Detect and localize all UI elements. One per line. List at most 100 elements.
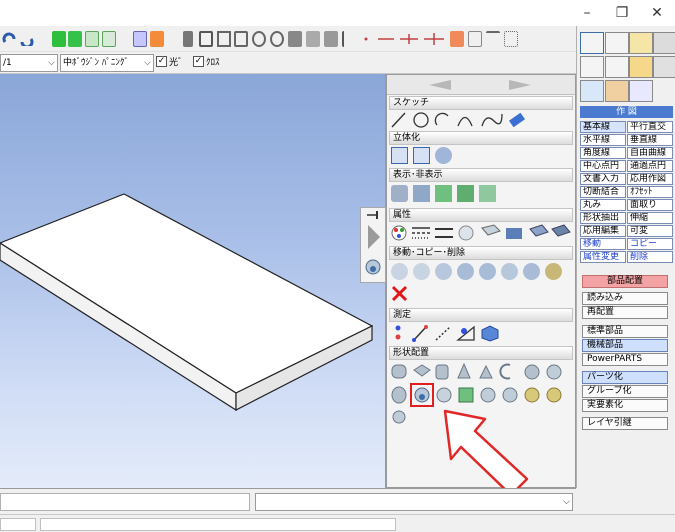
layer-inherit-button[interactable]: レイヤ引継: [582, 417, 668, 430]
layer-outline-icon[interactable]: [85, 31, 99, 47]
snap-line-icons[interactable]: [362, 32, 452, 46]
show-icon[interactable]: [391, 185, 408, 202]
command-button[interactable]: コピー: [627, 238, 673, 250]
copy-multi-icon[interactable]: [479, 263, 496, 280]
frame-icon[interactable]: [199, 31, 213, 47]
layout-mode-icon[interactable]: [605, 56, 629, 78]
extrude-icon[interactable]: [391, 147, 408, 164]
edit-mode-icon[interactable]: [629, 80, 653, 102]
light-checkbox[interactable]: ✓: [156, 56, 167, 67]
command-button[interactable]: 形状抽出: [580, 212, 626, 224]
explode-button[interactable]: 実要素化: [582, 399, 668, 412]
section-move-copy-delete: 移動･コピー･削除: [389, 246, 573, 260]
command-button[interactable]: ｵﾌｾｯﾄ: [627, 186, 673, 198]
command-button[interactable]: 面取り: [627, 199, 673, 211]
symbol-mode-icon[interactable]: [653, 32, 675, 54]
circle-tool-icon[interactable]: [270, 31, 284, 47]
tool-mode-icon[interactable]: [580, 56, 604, 78]
command-button[interactable]: 文書入力: [580, 173, 626, 185]
command-button[interactable]: 中心点円: [580, 160, 626, 172]
mirror-icon[interactable]: [435, 263, 452, 280]
view-mode-icon[interactable]: [580, 80, 604, 102]
delete-icon[interactable]: [391, 285, 408, 302]
command-button[interactable]: 応用作図: [627, 173, 673, 185]
command-input[interactable]: [0, 493, 250, 511]
hide-icon[interactable]: [435, 185, 452, 202]
toggle-visibility-icon[interactable]: [479, 185, 496, 202]
dimension-mode-icon[interactable]: [605, 32, 629, 54]
3d-viewport[interactable]: [0, 74, 386, 488]
rotate-copy-icon[interactable]: [501, 263, 518, 280]
array-icon[interactable]: [523, 263, 540, 280]
render-mode-icon[interactable]: [605, 80, 629, 102]
pentagon-icon[interactable]: [252, 31, 266, 47]
grid-icon[interactable]: [234, 31, 248, 47]
command-button[interactable]: 属性変更: [580, 251, 626, 263]
minimize-button[interactable]: –: [570, 0, 604, 26]
command-button[interactable]: 垂直線: [627, 134, 673, 146]
command-button[interactable]: 可変: [627, 225, 673, 237]
print-icon[interactable]: [133, 31, 147, 47]
attribute-tools[interactable]: [390, 224, 574, 242]
layer-outline-icon[interactable]: [102, 31, 116, 47]
layer-green-icon[interactable]: [68, 31, 82, 47]
cylinder-icon[interactable]: [150, 31, 164, 47]
command-bar: ⌵: [0, 488, 576, 514]
revolve-icon[interactable]: [413, 147, 430, 164]
machine-parts-button[interactable]: 機械部品: [582, 339, 668, 352]
parts-mode-icon[interactable]: [653, 56, 675, 78]
command-button[interactable]: 自由曲線: [627, 147, 673, 159]
command-button[interactable]: 移動: [580, 238, 626, 250]
hide-all-icon[interactable]: [457, 185, 474, 202]
draw-mode-icon[interactable]: [580, 32, 604, 54]
arrow-left-icon[interactable]: [427, 79, 453, 91]
close-button[interactable]: ✕: [640, 0, 674, 26]
undo-redo-icon[interactable]: [2, 32, 36, 46]
grid-dots-icon[interactable]: [504, 31, 518, 47]
pin-icon[interactable]: [183, 31, 193, 47]
ap-icon[interactable]: [450, 31, 464, 47]
sketch-tools[interactable]: [390, 111, 530, 129]
window-icon[interactable]: [288, 31, 302, 47]
command-button[interactable]: 通過点円: [627, 160, 673, 172]
rotate-icon[interactable]: [413, 263, 430, 280]
layer-select[interactable]: /1 ⌵: [0, 54, 58, 72]
command-button[interactable]: 角度線: [580, 147, 626, 159]
linetype-select[interactable]: 中ﾎﾞｳｼﾞﾝ ﾊﾟﾆﾝｸﾞ ⌵: [60, 54, 154, 72]
bracket-icon[interactable]: [342, 31, 356, 47]
command-button[interactable]: 平行直交: [627, 121, 673, 133]
move-icon[interactable]: [391, 263, 408, 280]
command-button[interactable]: 基本線: [580, 121, 626, 133]
command-button[interactable]: 削除: [627, 251, 673, 263]
cross-checkbox[interactable]: ✓: [193, 56, 204, 67]
copy-icon[interactable]: [457, 263, 474, 280]
command-button[interactable]: 伸縮: [627, 212, 673, 224]
powerparts-button[interactable]: PowerPARTS: [582, 353, 668, 366]
relocate-button[interactable]: 再配置: [582, 306, 668, 319]
command-button[interactable]: 水平線: [580, 134, 626, 146]
restore-button[interactable]: ❐: [605, 0, 639, 26]
history-select[interactable]: ⌵: [255, 493, 573, 511]
loft-icon[interactable]: [435, 147, 452, 164]
parts-create-button[interactable]: パーツ化: [582, 371, 668, 384]
standard-parts-button[interactable]: 標準部品: [582, 325, 668, 338]
command-button[interactable]: 応用編集: [580, 225, 626, 237]
command-button[interactable]: 切断結合: [580, 186, 626, 198]
solid-mode-icon[interactable]: [629, 56, 653, 78]
dimension-icon[interactable]: [486, 31, 500, 47]
show-all-icon[interactable]: [413, 185, 430, 202]
hatch-icon[interactable]: [468, 31, 482, 47]
transform-icon[interactable]: [545, 263, 562, 280]
palette-toggle-tab[interactable]: [360, 207, 386, 283]
load-button[interactable]: 読み込み: [582, 292, 668, 305]
measure-tools[interactable]: [390, 324, 510, 342]
frame-box-icon[interactable]: [324, 31, 338, 47]
gr-icon[interactable]: [306, 31, 320, 47]
arrow-right-icon[interactable]: [507, 79, 533, 91]
cross-frame-icon[interactable]: [217, 31, 231, 47]
group-button[interactable]: グループ化: [582, 385, 668, 398]
layer-green-icon[interactable]: [52, 31, 66, 47]
command-button[interactable]: 丸み: [580, 199, 626, 211]
text-mode-icon[interactable]: [629, 32, 653, 54]
chevron-down-icon: ⌵: [144, 58, 151, 68]
